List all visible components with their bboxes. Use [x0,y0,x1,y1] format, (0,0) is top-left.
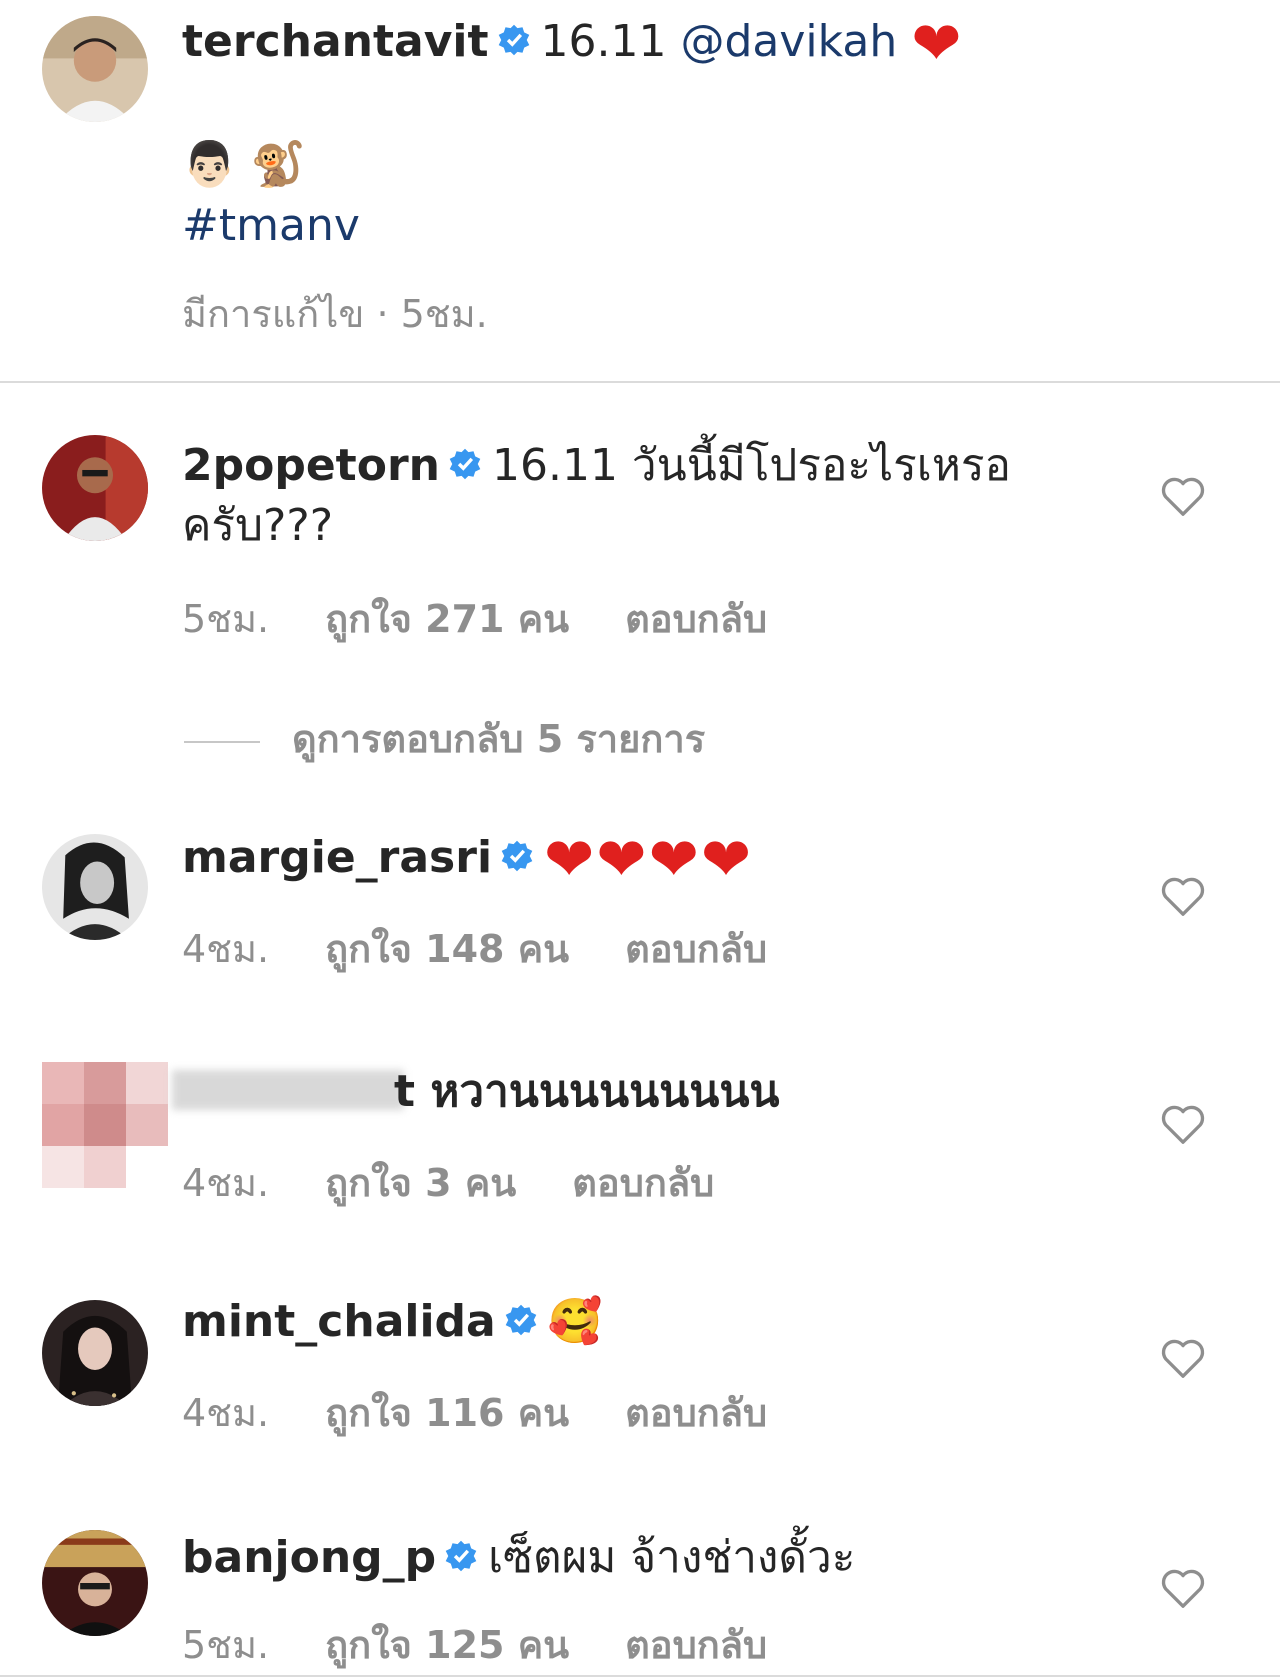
comment-avatar[interactable] [42,834,148,940]
comment-meta: 5ชม. ถูกใจ 125 คน ตอบกลับ [182,1614,823,1675]
heart-outline-icon[interactable] [1160,476,1206,518]
heart-outline-icon[interactable] [1160,1338,1206,1380]
comment-likes[interactable]: ถูกใจ 148 คน [325,918,569,979]
view-replies-label: ดูการตอบกลับ 5 รายการ [292,717,706,761]
verified-badge-icon [497,23,531,57]
post-caption-text: 16.11 [540,16,667,67]
comment-likes[interactable]: ถูกใจ 125 คน [325,1614,569,1675]
comment-body: ❤❤❤❤ [544,825,754,895]
comment-avatar[interactable] [42,435,148,541]
comment-time: 4ชม. [182,927,270,971]
comment-meta: 4ชม. ถูกใจ 116 คน ตอบกลับ [182,1382,823,1443]
comment-time: 4ชม. [182,1391,270,1435]
comment-meta: 5ชม. ถูกใจ 271 คน ตอบกลับ [182,588,823,649]
comment-likes[interactable]: ถูกใจ 271 คน [325,588,569,649]
divider [0,381,1280,383]
post-author-avatar[interactable] [42,16,148,122]
post-author-username[interactable]: terchantavit [182,16,489,67]
verified-badge-icon [504,1303,538,1337]
mention-link[interactable]: @davikah [681,16,898,67]
comment-text: banjong_p เซ็ตผม จ้างช่างดั้วะ [182,1528,855,1588]
comment-body-cont: ครับ??? [182,500,334,551]
comment-username[interactable]: 2popetorn [182,440,440,491]
comment-username[interactable]: margie_rasri [182,832,492,883]
comment-likes[interactable]: ถูกใจ 3 คน [325,1152,516,1213]
view-replies-line [184,740,260,743]
comment-time: 5ชม. [182,1623,270,1667]
comment-avatar[interactable] [42,1300,148,1406]
verified-badge-icon [444,1539,478,1573]
comment-body: 🥰 [547,1296,603,1347]
comment-meta: 4ชม. ถูกใจ 3 คน ตอบกลับ [182,1152,770,1213]
heart-outline-icon[interactable] [1160,1568,1206,1610]
divider [0,1675,1280,1677]
reply-button[interactable]: ตอบกลับ [625,1382,767,1443]
comment-body: 16.11 วันนี้มีโปรอะไรเหรอ [491,440,1011,491]
comment-text: mint_chalida 🥰 [182,1292,603,1352]
reply-button[interactable]: ตอบกลับ [625,588,767,649]
reply-button[interactable]: ตอบกลับ [625,918,767,979]
red-heart-emoji: ❤ [911,9,962,79]
verified-badge-icon [500,839,534,873]
reply-button[interactable]: ตอบกลับ [625,1614,767,1675]
comment-text: margie_rasri ❤❤❤❤ [182,828,753,890]
comment-text: 2popetorn 16.11 วันนี้มีโปรอะไรเหรอ [182,436,1011,496]
reply-button[interactable]: ตอบกลับ [572,1152,714,1213]
comment-username[interactable]: mint_chalida [182,1296,496,1347]
blurred-username[interactable] [172,1070,404,1110]
comment-time: 4ชม. [182,1161,270,1205]
post-emojis: 👨🏻 🐒 [182,139,306,190]
pixelated-avatar[interactable] [42,1062,170,1190]
comment-avatar[interactable] [42,1530,148,1636]
comment-body: t หวานนนนนนนนน [394,1066,780,1117]
comment-likes[interactable]: ถูกใจ 116 คน [325,1382,569,1443]
comment-body: เซ็ตผม จ้างช่างดั้วะ [488,1532,856,1583]
comment-time: 5ชม. [182,597,270,641]
heart-outline-icon[interactable] [1160,876,1206,918]
comment-text: t หวานนนนนนนนน [394,1062,779,1122]
comment-meta: 4ชม. ถูกใจ 148 คน ตอบกลับ [182,918,823,979]
hashtag-link[interactable]: #tmanv [182,196,360,256]
verified-badge-icon [448,447,482,481]
post-meta: มีการแก้ไข · 5ชม. [182,292,488,336]
view-replies-button[interactable]: ดูการตอบกลับ 5 รายการ [184,708,705,769]
post-caption: terchantavit 16.11 @davikah ❤ [182,12,962,74]
comment-username[interactable]: banjong_p [182,1532,436,1583]
heart-outline-icon[interactable] [1160,1104,1206,1146]
